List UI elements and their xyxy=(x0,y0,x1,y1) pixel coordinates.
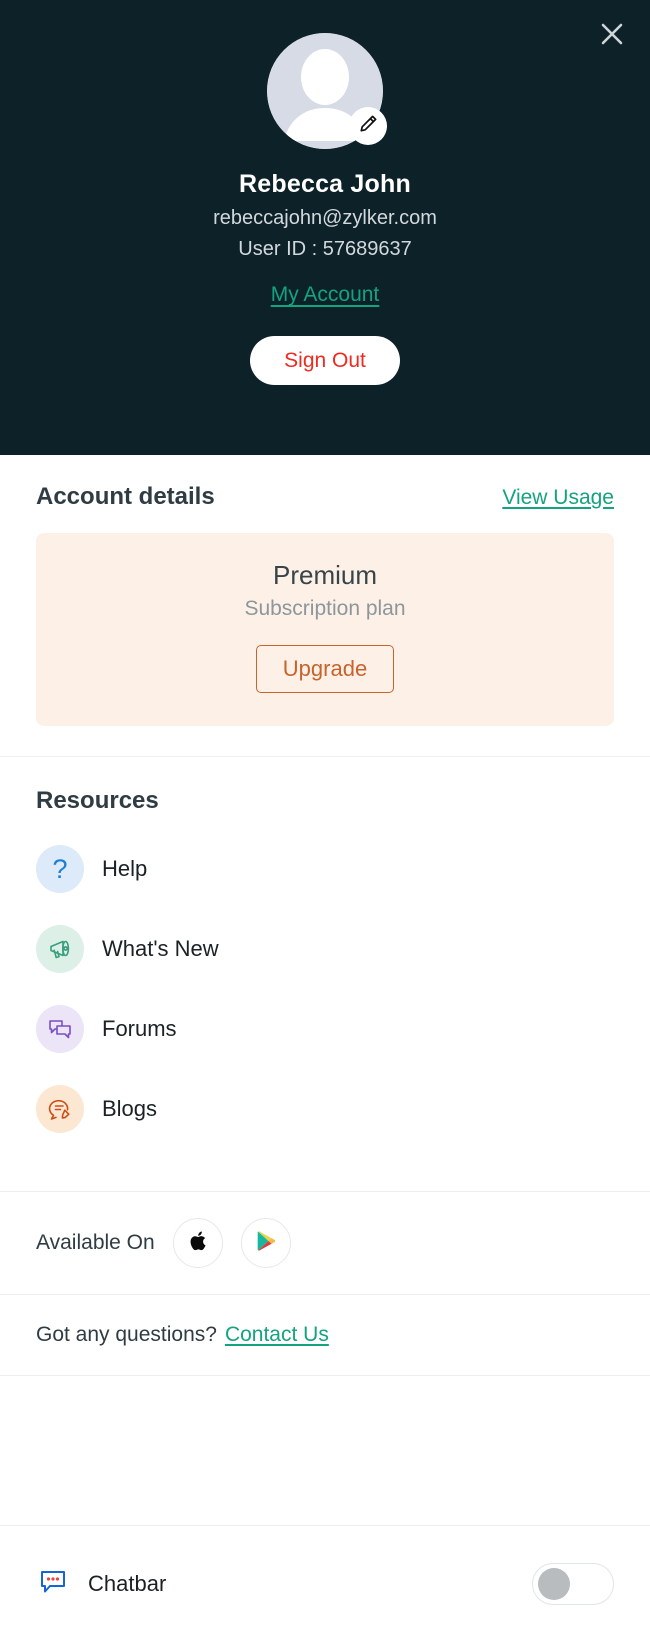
resource-label: What's New xyxy=(102,936,219,961)
question-mark-icon: ? xyxy=(36,845,84,893)
view-usage-link[interactable]: View Usage xyxy=(502,486,614,510)
contact-section: Got any questions? Contact Us xyxy=(0,1295,650,1376)
chatbar-icon xyxy=(36,1565,70,1604)
contact-question-text: Got any questions? xyxy=(36,1323,217,1346)
available-on-section: Available On xyxy=(0,1192,650,1295)
resource-item-help[interactable]: ? Help xyxy=(36,829,614,909)
resources-title: Resources xyxy=(36,787,159,814)
profile-header: Rebecca John rebeccajohn@zylker.com User… xyxy=(0,0,650,455)
resource-item-forums[interactable]: Forums xyxy=(36,989,614,1069)
my-account-link[interactable]: My Account xyxy=(271,283,380,307)
resource-item-whats-new[interactable]: What's New xyxy=(36,909,614,989)
chatbar-toggle[interactable] xyxy=(532,1563,614,1605)
resource-label: Blogs xyxy=(102,1096,158,1121)
account-panel: Rebecca John rebeccajohn@zylker.com User… xyxy=(0,0,650,1642)
toggle-knob xyxy=(538,1568,570,1600)
chatbar-label: Chatbar xyxy=(88,1571,167,1596)
user-id: User ID : 57689637 xyxy=(238,238,412,260)
upgrade-button[interactable]: Upgrade xyxy=(255,645,395,693)
account-details-section: Account details View Usage Premium Subsc… xyxy=(0,455,650,757)
chatbar-row: Chatbar xyxy=(0,1526,650,1642)
google-play-store-button[interactable] xyxy=(240,1218,291,1268)
google-play-store-icon xyxy=(254,1229,278,1258)
apple-app-store-icon xyxy=(186,1229,210,1258)
account-details-title: Account details xyxy=(36,483,215,510)
plan-name: Premium xyxy=(272,560,377,590)
close-button[interactable] xyxy=(588,10,636,58)
resource-label: Forums xyxy=(102,1016,177,1041)
pencil-edit-icon xyxy=(358,114,378,139)
plan-subtitle: Subscription plan xyxy=(244,597,406,620)
edit-avatar-button[interactable] xyxy=(349,107,387,145)
chat-bubbles-icon xyxy=(36,1005,84,1053)
user-name: Rebecca John xyxy=(239,170,411,198)
filler-space xyxy=(0,1376,650,1526)
user-email: rebeccajohn@zylker.com xyxy=(213,207,437,229)
subscription-plan-card: Premium Subscription plan Upgrade xyxy=(36,533,614,726)
account-details-header: Account details View Usage xyxy=(36,483,614,511)
resource-label: Help xyxy=(102,856,148,881)
contact-us-link[interactable]: Contact Us xyxy=(225,1323,329,1347)
avatar[interactable] xyxy=(267,33,387,149)
megaphone-icon xyxy=(36,925,84,973)
apple-app-store-button[interactable] xyxy=(172,1218,223,1268)
available-on-label: Available On xyxy=(36,1231,155,1254)
sign-out-button[interactable]: Sign Out xyxy=(250,336,400,385)
resources-section: Resources ? Help What's New Forums Blogs xyxy=(0,757,650,1192)
blog-pencil-icon xyxy=(36,1085,84,1133)
close-icon xyxy=(597,19,627,49)
resource-item-blogs[interactable]: Blogs xyxy=(36,1069,614,1149)
